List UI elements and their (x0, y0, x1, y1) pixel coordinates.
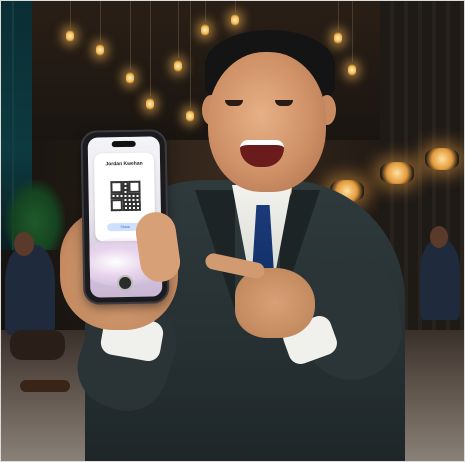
bulb (348, 64, 356, 76)
seated-person (5, 245, 55, 335)
bulb (334, 32, 342, 44)
contact-name: Jordan Kwehan (105, 160, 143, 168)
qr-code-icon (110, 180, 141, 212)
bulb (174, 60, 182, 72)
bulb (186, 110, 194, 122)
person-head (430, 226, 448, 248)
home-button-icon[interactable] (119, 276, 132, 290)
phone-notch (111, 140, 136, 148)
bulb (126, 72, 134, 84)
pointing-hand (235, 268, 315, 338)
seated-person (420, 240, 460, 320)
bulb (66, 30, 74, 42)
photo-frame: Jordan Kwehan Share (0, 0, 465, 462)
lapel-left (195, 190, 235, 310)
bulb (96, 44, 104, 56)
bulb (231, 14, 239, 26)
person-head (14, 232, 34, 256)
person-legs (20, 380, 70, 392)
chandelier (425, 148, 459, 170)
face (208, 52, 326, 192)
bulb (201, 24, 209, 36)
bulb (146, 98, 154, 110)
person-legs (10, 330, 65, 360)
contact-subtitle (94, 167, 154, 168)
chandelier (380, 162, 414, 184)
